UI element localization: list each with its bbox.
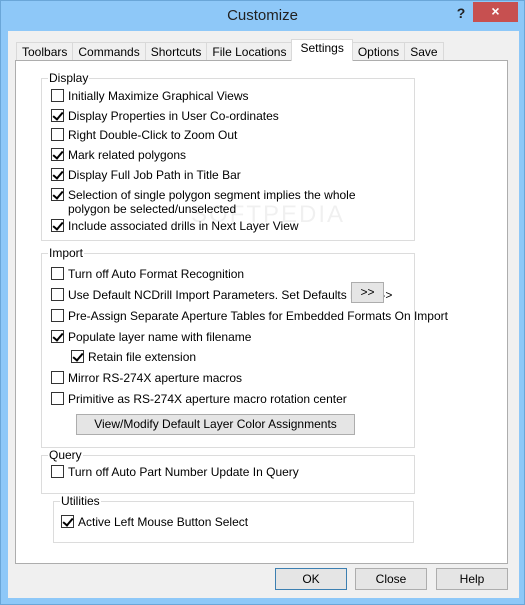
checkbox-label: Include associated drills in Next Layer …: [68, 219, 299, 233]
mark-related-polygons-checkbox[interactable]: Mark related polygons: [51, 148, 186, 162]
close-icon[interactable]: ×: [473, 2, 518, 22]
checkbox-label: Mark related polygons: [68, 148, 187, 162]
checkbox-label: Use Default NCDrill Import Parameters. S…: [68, 288, 393, 302]
ncdrill-defaults-button[interactable]: >>: [351, 282, 384, 303]
checkbox[interactable]: [51, 128, 64, 141]
checkbox-label: Turn off Auto Format Recognition: [68, 267, 245, 281]
pre-assign-aperture-tables-checkbox[interactable]: Pre-Assign Separate Aperture Tables for …: [51, 309, 448, 323]
utilities-group-label: Utilities: [60, 494, 101, 508]
checkbox-label: Selection of single polygon segment impl…: [68, 188, 356, 216]
polygon-segment-selection-checkbox[interactable]: Selection of single polygon segment impl…: [51, 188, 381, 216]
checkbox-label: Pre-Assign Separate Aperture Tables for …: [68, 309, 448, 323]
tab-commands[interactable]: Commands: [72, 42, 146, 61]
tab-file-locations[interactable]: File Locations: [206, 42, 293, 61]
dialog-client: Toolbars Commands Shortcuts File Locatio…: [8, 31, 519, 598]
checkbox[interactable]: [51, 330, 64, 343]
checkbox-label: Primitive as RS-274X aperture macro rota…: [68, 392, 347, 406]
checkbox[interactable]: [51, 219, 64, 232]
settings-tab-page: SOFTPEDIA Display Initially Maximize Gra…: [15, 60, 508, 564]
primitive-rotation-center-checkbox[interactable]: Primitive as RS-274X aperture macro rota…: [51, 392, 347, 406]
title-bar: Customize ? ×: [1, 1, 524, 31]
tab-save[interactable]: Save: [404, 42, 444, 61]
tab-settings[interactable]: Settings: [291, 39, 353, 61]
checkbox-label: Turn off Auto Part Number Update In Quer…: [68, 465, 299, 479]
active-left-mouse-select-checkbox[interactable]: Active Left Mouse Button Select: [61, 515, 248, 529]
tab-options[interactable]: Options: [351, 42, 406, 61]
display-group-label: Display: [48, 71, 90, 85]
help-button[interactable]: Help: [436, 568, 508, 590]
checkbox[interactable]: [51, 148, 64, 161]
checkbox-label: Display Properties in User Co-ordinates: [68, 109, 279, 123]
checkbox[interactable]: [71, 350, 84, 363]
checkbox[interactable]: [51, 109, 64, 122]
checkbox-label: Display Full Job Path in Title Bar: [68, 168, 241, 182]
checkbox[interactable]: [51, 309, 64, 322]
checkbox[interactable]: [51, 465, 64, 478]
checkbox-label: Populate layer name with filename: [68, 330, 252, 344]
checkbox[interactable]: [51, 371, 64, 384]
tab-shortcuts[interactable]: Shortcuts: [144, 42, 208, 61]
turn-off-part-number-update-checkbox[interactable]: Turn off Auto Part Number Update In Quer…: [51, 465, 299, 479]
import-group-label: Import: [48, 246, 85, 260]
checkbox[interactable]: [51, 392, 64, 405]
window-title: Customize: [227, 7, 298, 24]
right-double-click-zoom-checkbox[interactable]: Right Double-Click to Zoom Out: [51, 128, 237, 142]
checkbox[interactable]: [61, 515, 74, 528]
checkbox[interactable]: [51, 89, 64, 102]
ok-button[interactable]: OK: [275, 568, 347, 590]
checkbox[interactable]: [51, 168, 64, 181]
close-button[interactable]: Close: [355, 568, 427, 590]
full-job-path-checkbox[interactable]: Display Full Job Path in Title Bar: [51, 168, 241, 182]
checkbox-label: Initially Maximize Graphical Views: [68, 89, 249, 103]
checkbox-label: Mirror RS-274X aperture macros: [68, 371, 243, 385]
checkbox[interactable]: [51, 267, 64, 280]
initially-maximize-checkbox[interactable]: Initially Maximize Graphical Views: [51, 89, 249, 103]
retain-file-extension-checkbox[interactable]: Retain file extension: [71, 350, 196, 364]
customize-dialog: Customize ? × Toolbars Commands Shortcut…: [0, 0, 525, 605]
display-user-coordinates-checkbox[interactable]: Display Properties in User Co-ordinates: [51, 109, 279, 123]
checkbox[interactable]: [51, 288, 64, 301]
checkbox[interactable]: [51, 188, 64, 201]
include-associated-drills-checkbox[interactable]: Include associated drills in Next Layer …: [51, 219, 299, 233]
tab-toolbars[interactable]: Toolbars: [16, 42, 74, 61]
turn-off-auto-format-checkbox[interactable]: Turn off Auto Format Recognition: [51, 267, 244, 281]
default-ncdrill-checkbox[interactable]: Use Default NCDrill Import Parameters. S…: [51, 288, 392, 302]
tab-strip: Toolbars Commands Shortcuts File Locatio…: [16, 39, 444, 61]
layer-color-assignments-button[interactable]: View/Modify Default Layer Color Assignme…: [76, 414, 355, 435]
populate-layer-name-checkbox[interactable]: Populate layer name with filename: [51, 330, 251, 344]
checkbox-label: Active Left Mouse Button Select: [78, 515, 249, 529]
help-icon[interactable]: ?: [451, 4, 471, 24]
query-group-label: Query: [48, 448, 83, 462]
mirror-rs274x-checkbox[interactable]: Mirror RS-274X aperture macros: [51, 371, 242, 385]
checkbox-label: Right Double-Click to Zoom Out: [68, 128, 238, 142]
checkbox-label: Retain file extension: [88, 350, 197, 364]
